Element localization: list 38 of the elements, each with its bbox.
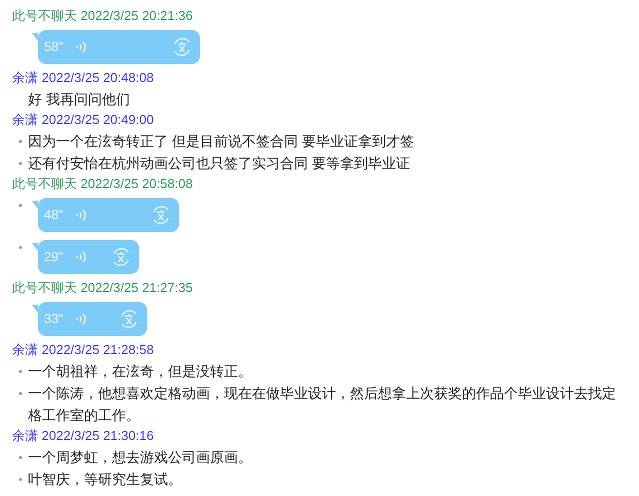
- message-header: 余潇 2022/3/25 20:49:00: [12, 111, 155, 129]
- message-header: 余潇 2022/3/25 21:30:16: [12, 427, 155, 445]
- voice-message-bubble[interactable]: 48": [38, 198, 179, 232]
- voice-message-bubble[interactable]: 29": [38, 240, 139, 274]
- voice-duration: 29": [44, 248, 64, 266]
- message-text: 叶智庆，等研究生复试。: [28, 470, 182, 489]
- message-header: 此号不聊天 2022/3/25 20:21:36: [12, 7, 194, 25]
- bullet-icon: [18, 456, 22, 459]
- sound-wave-icon: [75, 250, 88, 264]
- message-text: 因为一个在泫奇转正了 但是目前说不签合同 要毕业证拿到才签: [28, 132, 414, 151]
- sound-wave-icon: [75, 40, 88, 54]
- bullet-icon: [18, 370, 22, 373]
- bullet-icon: [18, 204, 22, 207]
- bullet-icon: [18, 478, 22, 481]
- voice-message-bubble[interactable]: 33": [38, 302, 148, 336]
- message-text: 还有付安怡在杭州动画公司也只签了实习合同 要等拿到毕业证: [28, 154, 410, 173]
- voice-duration: 48": [44, 206, 64, 224]
- bullet-icon: [18, 392, 22, 395]
- bullet-icon: [18, 162, 22, 165]
- translate-icon[interactable]: [150, 205, 171, 225]
- message-header: 此号不聊天 2022/3/25 20:58:08: [12, 175, 194, 193]
- translate-icon[interactable]: [119, 309, 140, 329]
- sound-wave-icon: [75, 312, 88, 326]
- voice-duration: 58": [44, 38, 64, 56]
- message-header: 余潇 2022/3/25 20:48:08: [12, 69, 155, 87]
- sound-wave-icon: [75, 208, 88, 222]
- message-text: 一个陈涛，他想喜欢定格动画，现在在做毕业设计，然后想拿上次获奖的作品个毕业设计去找定格工作室的工作。: [28, 384, 617, 425]
- message-text: 一个胡祖祥，在泫奇，但是没转正。: [28, 362, 252, 381]
- message-text: 一个周梦虹，想去游戏公司画原画。: [28, 448, 252, 467]
- translate-icon[interactable]: [172, 37, 192, 57]
- bullet-icon: [18, 140, 22, 143]
- translate-icon[interactable]: [110, 247, 131, 267]
- message-header: 此号不聊天 2022/3/25 21:27:35: [12, 279, 194, 297]
- voice-duration: 33": [44, 310, 64, 328]
- message-text: 好 我再问问他们: [28, 90, 130, 109]
- bullet-icon: [18, 246, 22, 249]
- voice-message-bubble[interactable]: 58": [38, 30, 200, 64]
- message-header: 余潇 2022/3/25 21:28:58: [12, 341, 155, 359]
